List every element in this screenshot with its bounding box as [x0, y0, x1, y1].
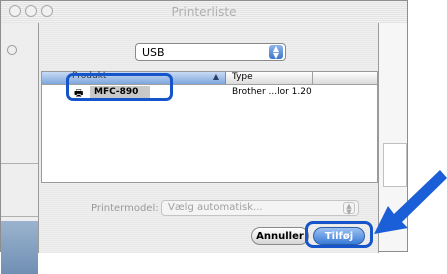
product-type: Brother ...lor 1.20 [232, 87, 312, 97]
printer-highlight-outline [66, 73, 173, 101]
toolbar-icon [7, 45, 17, 55]
connection-type-popup[interactable]: USB ▲ ▼ [135, 43, 286, 61]
printer-model-popup[interactable]: Vælg automatisk... ▲ ▼ [161, 200, 359, 216]
cancel-button[interactable]: Annuller [251, 227, 309, 245]
printer-model-value: Vælg automatisk... [168, 202, 263, 213]
sort-ascending-icon: ▲ [212, 72, 219, 81]
arrow-pointer-icon [374, 170, 447, 234]
left-background-panel [1, 23, 38, 274]
connection-type-value: USB [142, 46, 165, 59]
printer-list-window: Printerliste USB ▲ ▼ Produkt ▲ Type 🖶 MF… [0, 0, 408, 274]
add-printer-sheet: USB ▲ ▼ Produkt ▲ Type 🖶 MFC-890 Brother … [38, 23, 379, 253]
add-button-highlight-outline [305, 221, 373, 248]
printer-model-label: Printermodel: [91, 203, 159, 214]
column-header-type[interactable]: Type [232, 72, 253, 82]
popup-arrows-icon: ▲ ▼ [343, 202, 355, 216]
column-divider [312, 72, 313, 84]
title-bar: Printerliste [1, 1, 407, 24]
divider [1, 216, 38, 217]
popup-arrows-icon: ▲ ▼ [269, 45, 283, 60]
window-title: Printerliste [171, 5, 237, 19]
divider [1, 163, 38, 164]
background-blue-region [1, 221, 38, 274]
